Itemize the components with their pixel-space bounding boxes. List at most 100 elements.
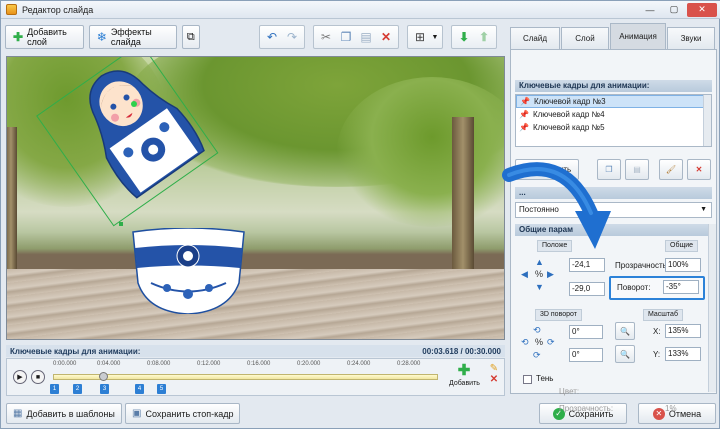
chevron-down-icon: ▼ [700,206,707,213]
slide-canvas[interactable] [6,56,505,340]
zoom-x-button[interactable]: 🔍 [615,322,635,340]
tree-foliage-right [337,77,504,227]
rotation-field[interactable]: -35° [663,280,699,294]
scissors-icon[interactable]: ✂ [316,26,336,48]
stop-button[interactable]: ■ [31,370,45,384]
list-item[interactable]: 📌 Ключевой кадр №5 [516,121,711,134]
arrow-up-icon[interactable]: ▲ [535,257,544,267]
edit-group: ✂ ❐ ▤ ✕ [313,25,399,49]
cancel-button[interactable]: ✕ Отмена [638,403,716,424]
opacity-label: Прозрачность: [615,261,670,270]
playhead-handle[interactable] [99,372,108,381]
time-ruler: 0:00.000 0:04.000 0:08.000 0:12.000 0:16… [53,361,438,371]
keyframe-list: 📌 Ключевой кадр №3 📌 Ключевой кадр №4 📌 … [515,94,712,147]
undo-icon[interactable]: ↶ [262,26,282,48]
add-to-templates-button[interactable]: ▦ Добавить в шаблоны [6,403,122,424]
keyframe-marker[interactable]: 3 [100,384,109,394]
scale-x-label: X: [653,327,661,336]
zoom-y-button[interactable]: 🔍 [615,345,635,363]
save-frame-label: Сохранить стоп-кадр [145,408,234,419]
opacity-field[interactable]: 100% [665,258,701,272]
tab-layer[interactable]: Слой [561,27,609,49]
scale-header: Масштаб [643,309,683,321]
scale-x-field[interactable]: 135% [665,324,701,338]
magnifier-icon: 🔍 [620,349,630,359]
tab-sounds[interactable]: Звуки [667,27,715,49]
rotate-3d-icon[interactable]: ⟲ [533,325,541,336]
shadow-checkbox[interactable] [523,375,532,384]
magnifier-icon: 🔍 [620,326,630,336]
ruler-tick: 0:04.000 [97,361,121,367]
delete-icon[interactable]: ✕ [376,26,396,48]
rotation-handle[interactable] [131,101,137,107]
paste-keyframe-button[interactable]: ▤ [625,159,649,180]
motion-type-select[interactable]: Постоянно ▼ [515,202,712,218]
scale-y-field[interactable]: 133% [665,347,701,361]
copy-icon: ❐ [605,165,613,174]
properties-panel: Слайд Слой Анимация Звуки Ключевые кадры… [510,23,717,413]
resize-handle[interactable] [119,222,123,226]
arrow-right-icon[interactable]: ▶ [547,269,554,280]
close-window-button[interactable]: ✕ [687,2,717,17]
timeline-add-button[interactable]: ✚ Добавить [449,362,480,394]
rotate-3d-icon[interactable]: ⟳ [547,337,555,348]
matryoshka-bottom-image [132,228,245,314]
copy-keyframe-button[interactable]: ❐ [597,159,621,180]
keyframe-list-scrollbar[interactable] [703,95,711,146]
scale-y-label: Y: [653,350,661,359]
tree-trunk-left [7,127,17,272]
keyframe-label: Ключевой кадр №4 [532,110,605,119]
minimize-button[interactable]: — [639,3,661,17]
timeline-track[interactable] [53,374,438,380]
brush-icon: 🖌 [665,165,677,174]
slide-effects-label: Эффекты слайда [110,27,152,47]
rotate-3d-icon[interactable]: ⟲ [521,337,529,348]
arrow-left-icon[interactable]: ◀ [521,269,528,280]
cancel-icon: ✕ [652,407,665,420]
add-layer-button[interactable]: ✚ Добавить слой [5,25,84,49]
arrow-down-icon[interactable]: ⬇ [454,26,474,48]
keyframe-marker[interactable]: 1 [50,384,59,394]
keyframe-marker[interactable]: 2 [73,384,82,394]
rotation-3d-x-field[interactable]: 0° [569,325,603,339]
add-keyframe-button[interactable]: ✚ Добавить [515,159,579,180]
layers-view-button[interactable]: ⧉ [181,25,200,49]
panel-scrollbar[interactable] [708,224,716,392]
keyframe-marker[interactable]: 4 [135,384,144,394]
chevron-down-icon[interactable]: ▼ [430,26,440,48]
save-frame-button[interactable]: ▣ Сохранить стоп-кадр [125,403,241,424]
position-y-field[interactable]: -29,0 [569,282,605,296]
plus-icon: ✚ [457,362,471,379]
paste-icon[interactable]: ▤ [356,26,376,48]
arrow-down-icon[interactable]: ▼ [535,282,544,292]
align-icon[interactable]: ⊞ [410,26,430,48]
wooden-table [7,269,504,339]
rotation-3d-header: 3D поворот [535,309,582,321]
delete-icon[interactable]: ✕ [487,374,501,385]
position-x-field[interactable]: -24,1 [569,258,605,272]
list-item[interactable]: 📌 Ключевой кадр №3 [516,95,711,108]
keyframe-marker[interactable]: 5 [157,384,166,394]
slide-effects-button[interactable]: ❄ Эффекты слайда [88,25,177,49]
copy-icon[interactable]: ❐ [336,26,356,48]
rotate-3d-icon[interactable]: ⟳ [533,350,541,361]
redo-icon[interactable]: ↷ [282,26,302,48]
delete-keyframe-button[interactable]: ✕ [687,159,711,180]
general-header: Общие [665,240,699,252]
add-to-templates-label: Добавить в шаблоны [26,408,115,419]
brush-button[interactable]: 🖌 [659,159,683,180]
arrow-up-icon[interactable]: ⬆ [474,26,494,48]
window-title: Редактор слайда [22,4,94,15]
tree-trunk [452,117,474,272]
tab-slide[interactable]: Слайд [510,27,560,49]
ruler-tick: 0:28.000 [397,361,421,367]
play-button[interactable]: ▶ [13,370,27,384]
maximize-button[interactable]: ▢ [663,3,685,17]
template-icon: ▦ [13,408,23,419]
list-item[interactable]: 📌 Ключевой кадр №4 [516,108,711,121]
rotation-3d-y-field[interactable]: 0° [569,348,603,362]
tab-animation[interactable]: Анимация [610,23,666,49]
shadow-label: Тень [536,374,554,383]
pencil-icon[interactable]: ✎ [487,363,501,374]
keyframe-timeline: ▶ ■ 0:00.000 0:04.000 0:08.000 0:12.000 … [6,358,505,396]
